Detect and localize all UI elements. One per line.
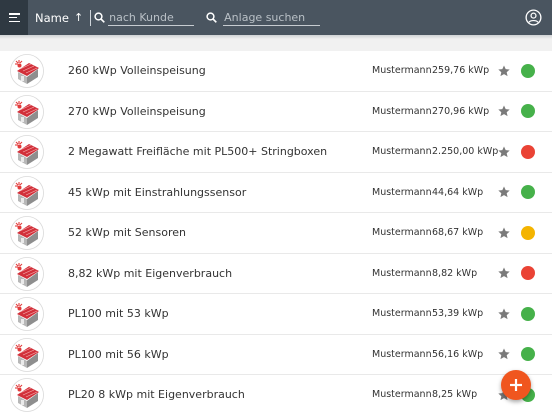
- plant-name: PL100 mit 56 kWp: [68, 347, 169, 361]
- plant-customer: Mustermann: [372, 186, 432, 198]
- plant-power: 56,16 kWp: [432, 348, 484, 360]
- plant-row[interactable]: 8,82 kWp mit Eigenverbrauch Mustermann 8,8…: [0, 254, 552, 294]
- plant-name: 52 kWp mit Sensoren: [68, 226, 187, 240]
- plant-row[interactable]: PL20 8 kWp mit Eigenverbrauch Mustermann 8…: [0, 375, 552, 414]
- plant-search: [203, 9, 321, 26]
- plant-row[interactable]: 45 kWp mit Einstrahlungssensor Mustermann…: [0, 173, 552, 213]
- favorite-star-icon[interactable]: [497, 104, 511, 118]
- plant-power: 270,96 kWp: [432, 105, 490, 117]
- plant-search-input[interactable]: [223, 9, 321, 26]
- plant-customer: Mustermann: [372, 65, 432, 77]
- plant-customer: Mustermann: [372, 105, 432, 117]
- plant-name: PL100 mit 53 kWp: [68, 307, 169, 321]
- plant-name: PL20 8 kWp mit Eigenverbrauch: [68, 388, 245, 402]
- plant-customer: Mustermann: [372, 348, 432, 360]
- plant-customer: Mustermann: [372, 389, 432, 401]
- solar-plant-icon: [10, 54, 44, 88]
- plant-name: 260 kWp Volleinspeisung: [68, 64, 206, 78]
- status-indicator: [521, 347, 535, 362]
- plant-name: 2 Megawatt Freifläche mit PL500+ Stringb…: [68, 145, 328, 159]
- customer-search-input[interactable]: [108, 9, 195, 26]
- plant-row[interactable]: 260 kWp Volleinspeisung Mustermann 259,76 …: [0, 51, 552, 92]
- status-indicator: [521, 225, 535, 240]
- menu-icon: [8, 13, 20, 22]
- plant-row[interactable]: 270 kWp Volleinspeisung Mustermann 270,96 …: [0, 92, 552, 132]
- solar-plant-icon: [10, 135, 44, 169]
- plant-power: 2.250,00 kWp: [432, 146, 499, 158]
- favorite-star-icon[interactable]: [497, 307, 511, 321]
- solar-plant-icon: [10, 175, 44, 210]
- status-indicator: [521, 306, 535, 321]
- plant-customer: Mustermann: [372, 308, 432, 320]
- solar-plant-icon: [10, 337, 44, 372]
- favorite-star-icon[interactable]: [497, 266, 511, 280]
- plant-name: 45 kWp mit Einstrahlungssensor: [68, 185, 247, 199]
- plant-power: 68,67 kWp: [432, 227, 484, 239]
- solar-plant-icon: [10, 94, 44, 129]
- search-icon: [94, 12, 106, 23]
- solar-plant-icon: [10, 297, 44, 331]
- plant-row[interactable]: 2 Megawatt Freifläche mit PL500+ Stringb…: [0, 132, 552, 173]
- status-indicator: [521, 104, 535, 119]
- plant-name: 8,82 kWp mit Eigenverbrauch: [68, 266, 233, 280]
- plant-power: 44,64 kWp: [432, 186, 484, 198]
- plant-power: 53,39 kWp: [432, 308, 484, 320]
- favorite-star-icon[interactable]: [497, 145, 511, 159]
- plant-customer: Mustermann: [372, 267, 432, 279]
- account-icon[interactable]: [525, 9, 542, 26]
- solar-plant-icon: [10, 378, 44, 412]
- status-indicator: [521, 266, 535, 281]
- sort-direction-icon: ↑: [73, 11, 84, 24]
- favorite-star-icon[interactable]: [497, 226, 511, 240]
- plant-customer: Mustermann: [372, 227, 432, 239]
- status-indicator: [521, 185, 535, 200]
- plant-name: 270 kWp Volleinspeisung: [68, 104, 206, 118]
- solar-plant-icon: [10, 216, 44, 250]
- status-indicator: [521, 63, 535, 78]
- plant-list: 260 kWp Volleinspeisung Mustermann 259,76 …: [0, 51, 552, 414]
- status-indicator: [521, 144, 535, 159]
- sort-label: Name: [35, 10, 69, 25]
- header-shadow: [0, 35, 552, 39]
- plant-power: 259,76 kWp: [432, 65, 490, 77]
- solar-plant-icon: [10, 256, 44, 291]
- plant-power: 8,25 kWp: [432, 389, 478, 401]
- plus-icon: [510, 379, 522, 391]
- favorite-star-icon[interactable]: [497, 185, 511, 199]
- app-header: Name ↑: [0, 0, 552, 35]
- plant-row[interactable]: PL100 mit 56 kWp Mustermann 56,16 kWp: [0, 335, 552, 375]
- plant-row[interactable]: 52 kWp mit Sensoren Mustermann 68,67 kWp: [0, 213, 552, 254]
- sort-toggle[interactable]: Name ↑: [35, 11, 83, 25]
- favorite-star-icon[interactable]: [497, 64, 511, 78]
- menu-button[interactable]: [0, 0, 28, 35]
- plant-customer: Mustermann: [372, 146, 432, 158]
- search-icon: [206, 12, 218, 23]
- favorite-star-icon[interactable]: [497, 347, 511, 361]
- add-plant-button[interactable]: [501, 370, 531, 400]
- customer-search: [91, 9, 195, 26]
- plant-row[interactable]: PL100 mit 53 kWp Mustermann 53,39 kWp: [0, 294, 552, 335]
- plant-power: 8,82 kWp: [432, 267, 478, 279]
